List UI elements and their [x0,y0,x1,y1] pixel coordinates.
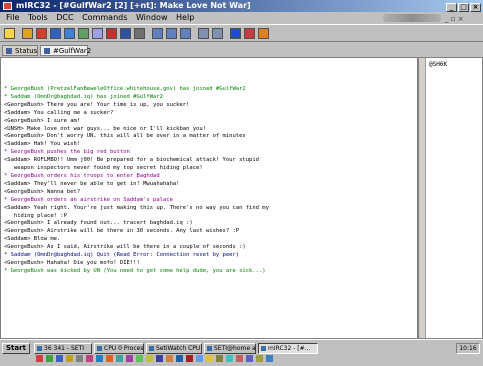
menu-help[interactable]: Help [176,13,194,22]
quicklaunch-icon[interactable] [146,355,153,362]
taskbar: Start 36 341 - SETI CPU 0 Proces SetiWat… [0,339,483,366]
window-title: mIRC32 - [#GulfWar2 [2] [+nt]: Make Love… [16,1,251,10]
chat-line: <GeorgeBush> There you are! Your time is… [4,101,190,108]
task-cpu-process[interactable]: CPU 0 Proces [94,343,144,354]
window-controls: _ □ × [445,1,481,12]
quicklaunch-icon[interactable] [36,355,43,362]
chat-line: <Saddam> ROFLMBO!! Umm j00! Be prepared … [4,157,259,164]
chat-line: * Saddam (OmnDr@baghdad.iq) has joined #… [4,93,163,100]
chat-line: * GeorgeBush pushes the big red button [4,149,130,156]
chat-line: * Saddam (OmnDr@baghdad.iq) Quit (Read E… [4,252,240,259]
channels-icon[interactable] [50,28,61,39]
notify-icon[interactable] [92,28,103,39]
quicklaunch-icon[interactable] [166,355,173,362]
chat-messages: * GeorgeBush (PretzelFanBeweleOffice.whi… [4,86,416,276]
chat-line: hiding place! :P [4,212,67,219]
task-setiwatch[interactable]: SetiWatch CPU 0 [146,343,202,354]
quicklaunch-icon[interactable] [266,355,273,362]
menu-bar: File Tools DCC Commands Window Help _ ▫ … [0,12,483,24]
quicklaunch-icon[interactable] [246,355,253,362]
chat-line: <GeorgeBush> Don't worry UN, this will a… [4,133,246,140]
start-button[interactable]: Start [2,343,30,354]
tab-gulfwar2[interactable]: #GulfWar2 [40,45,91,56]
quicklaunch-icon[interactable] [106,355,113,362]
task-seti-home[interactable]: SETI@home an [204,343,256,354]
quicklaunch-icon[interactable] [86,355,93,362]
chat-line: * GeorgeBush orders his troops to enter … [4,172,160,179]
quicklaunch-icon[interactable] [206,355,213,362]
help-icon[interactable] [244,28,255,39]
menu-tools[interactable]: Tools [28,13,48,22]
quicklaunch-icon[interactable] [176,355,183,362]
quicklaunch-icon[interactable] [46,355,53,362]
chat-window[interactable]: * GeorgeBush (PretzelFanBeweleOffice.whi… [0,57,418,339]
colors-icon[interactable] [120,28,131,39]
quicklaunch-icon[interactable] [216,355,223,362]
mirc-app-icon[interactable] [3,2,12,10]
close-button[interactable]: × [470,3,481,12]
chat-line: <GeorgeBush> I sure am! [4,117,81,124]
chat-line: weapon inspectors never found my top sec… [4,165,203,172]
tile-horizontal-icon[interactable] [166,28,177,39]
tab-status[interactable]: Status [2,45,38,56]
window-switchbar: Status #GulfWar2 [0,43,483,57]
timer-icon[interactable] [106,28,117,39]
menu-window[interactable]: Window [136,13,168,22]
toolbar [0,24,483,42]
chat-line: <UNSH> Make love not war guys... be nice… [4,125,206,132]
chat-line: <Saddam> Yeah right. Your're just making… [4,204,269,211]
chat-line: <Saddam> You calling me a sucker? [4,109,114,116]
nicklist-scrollbar[interactable] [419,58,426,338]
connect-icon[interactable] [4,28,15,39]
dcc-chat-icon[interactable] [78,28,89,39]
maximize-button[interactable]: □ [458,3,469,12]
dcc-send-icon[interactable] [64,28,75,39]
url-list-icon[interactable] [212,28,223,39]
quicklaunch-icon[interactable] [96,355,103,362]
chat-line: <Saddam> Hah! You wish! [4,141,81,148]
quicklaunch-icon[interactable] [116,355,123,362]
task-mirc[interactable]: mIRC32 - [#... [258,343,318,354]
menu-file[interactable]: File [6,13,19,22]
cascade-icon[interactable] [152,28,163,39]
log-icon[interactable] [230,28,241,39]
quicklaunch-icon[interactable] [56,355,63,362]
menu-commands[interactable]: Commands [82,13,127,22]
clock[interactable]: 10:16 [456,343,480,354]
window-title-bar: mIRC32 - [#GulfWar2 [2] [+nt]: Make Love… [0,0,483,12]
about-icon[interactable] [134,28,145,39]
options-icon[interactable] [22,28,33,39]
quicklaunch-icon[interactable] [256,355,263,362]
quicklaunch-icon[interactable] [186,355,193,362]
chat-line: <GeorgeBush> As I said, Airstrike will b… [4,244,246,251]
chat-line: * GeorgeBush was kicked by UN (You need … [4,267,266,274]
chat-line: * GeorgeBush orders an airstrike on Sadd… [4,196,173,203]
address-book-icon[interactable] [36,28,47,39]
quicklaunch-icon[interactable] [196,355,203,362]
quicklaunch-icon[interactable] [236,355,243,362]
globe-icon[interactable] [258,28,269,39]
quicklaunch-icon[interactable] [126,355,133,362]
tile-vertical-icon[interactable] [180,28,191,39]
blurred-region [383,14,441,22]
chat-line: <GeorgeBush> Wanna bet? [4,188,81,195]
chat-line: <GeorgeBush> I already found out... trac… [4,220,193,227]
child-window-controls[interactable]: _ ▫ × [445,13,479,23]
chat-line: <GeorgeBush> Airstrike will be there in … [4,228,240,235]
quicklaunch-icon[interactable] [226,355,233,362]
chat-line: * GeorgeBush (PretzelFanBeweleOffice.whi… [4,86,246,92]
chat-line: <GeorgeBush> Hahaha! Die you mofo! DIE!!… [4,259,140,266]
task-seti[interactable]: 36 341 - SETI [34,343,92,354]
menu-dcc[interactable]: DCC [56,13,73,22]
minimize-button[interactable]: _ [446,3,457,12]
chat-line: <Saddam> They'll never be able to get in… [4,180,180,187]
quicklaunch-icon[interactable] [136,355,143,362]
quicklaunch-icon[interactable] [156,355,163,362]
notify-list-icon[interactable] [198,28,209,39]
chat-line: <Saddam> Blow me. [4,236,61,243]
nick-list[interactable]: @SH6K [418,57,483,339]
quicklaunch-icon[interactable] [66,355,73,362]
nick-item[interactable]: @SH6K [429,61,447,68]
quicklaunch-icon[interactable] [76,355,83,362]
